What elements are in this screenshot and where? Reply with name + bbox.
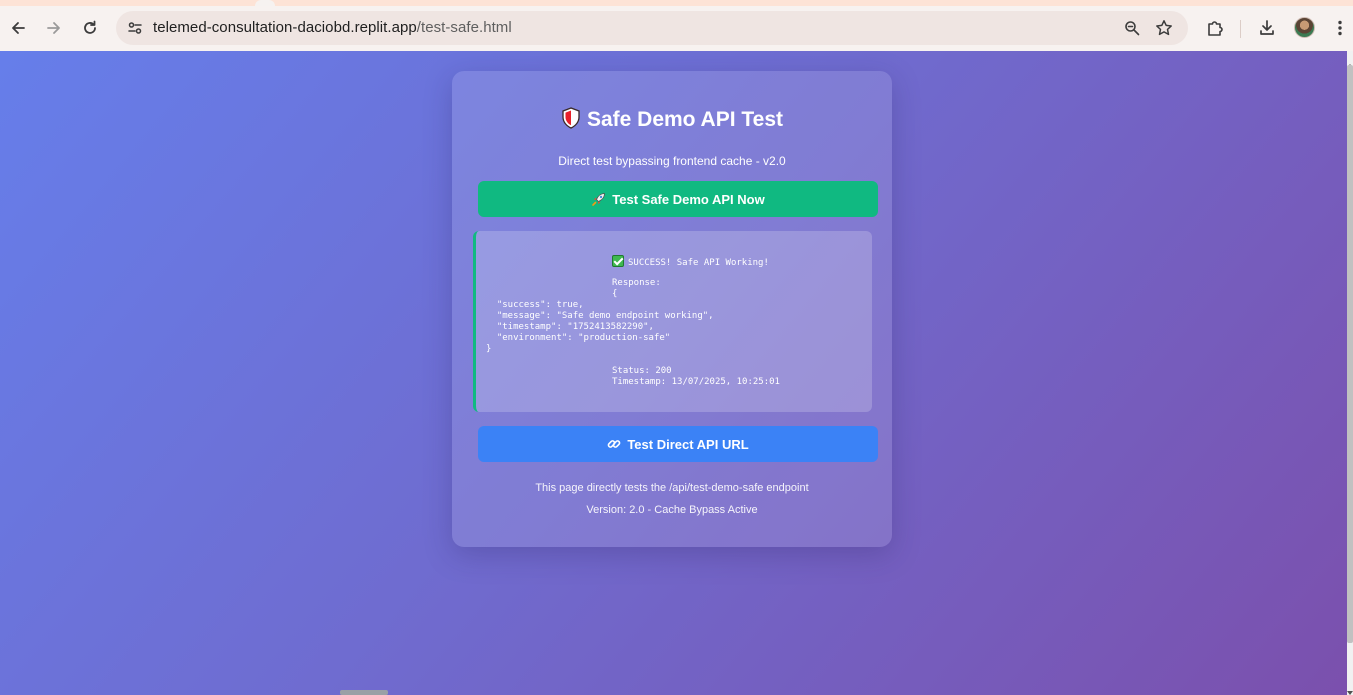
endpoint-note: This page directly tests the /api/test-d… — [535, 482, 809, 494]
scroll-down-arrow-icon[interactable] — [1347, 683, 1353, 695]
extensions-button[interactable] — [1200, 13, 1230, 43]
result-panel: SUCCESS! Safe API Working! Response: { "… — [473, 231, 872, 412]
forward-icon — [47, 22, 60, 34]
status-line: Status: 200 — [612, 366, 672, 376]
zoom-icon — [1125, 21, 1140, 36]
more-menu-icon — [1338, 20, 1342, 36]
success-text: SUCCESS! Safe API Working! — [628, 258, 769, 268]
url-path: /test-safe.html — [416, 19, 512, 36]
version-note: Version: 2.0 - Cache Bypass Active — [586, 504, 758, 516]
bookmark-star-icon — [1156, 20, 1172, 36]
site-settings-icon — [128, 22, 142, 34]
test-card: Safe Demo API Test Direct test bypassing… — [452, 71, 892, 547]
json-line-success: "success": true, — [486, 300, 584, 310]
downloads-button[interactable] — [1252, 13, 1282, 43]
back-icon — [12, 22, 25, 34]
subtitle: Direct test bypassing frontend cache - v… — [558, 154, 786, 168]
forward-button[interactable] — [39, 13, 69, 43]
rocket-icon — [591, 192, 606, 207]
json-line-message: "message": "Safe demo endpoint working", — [486, 311, 714, 321]
browser-toolbar: telemed-consultation-daciobd.replit.app/… — [0, 6, 1353, 51]
zoom-button[interactable] — [1119, 15, 1145, 41]
title-text: Safe Demo API Test — [586, 108, 784, 131]
page-title: Safe Demo API Test — [452, 107, 892, 135]
bookmark-button[interactable] — [1151, 15, 1177, 41]
check-icon — [612, 255, 624, 267]
shield-icon — [561, 107, 581, 135]
json-line-timestamp: "timestamp": "1752413582290", — [486, 322, 654, 332]
site-settings-button[interactable] — [122, 15, 148, 41]
reload-button[interactable] — [75, 13, 105, 43]
test-direct-api-button-label: Test Direct API URL — [627, 436, 749, 452]
reload-icon — [84, 20, 96, 34]
page-viewport: Safe Demo API Test Direct test bypassing… — [0, 51, 1347, 695]
url-text[interactable]: telemed-consultation-daciobd.replit.app/… — [153, 19, 512, 36]
test-direct-api-button[interactable]: Test Direct API URL — [478, 426, 878, 462]
toolbar-divider — [1240, 20, 1241, 38]
response-label: Response: — [612, 278, 661, 288]
link-icon — [607, 437, 621, 451]
vertical-scrollbar[interactable] — [1347, 51, 1353, 695]
extensions-icon — [1208, 21, 1223, 36]
more-menu-button[interactable] — [1325, 13, 1353, 43]
json-line-environment: "environment": "production-safe" — [486, 333, 671, 343]
success-line: SUCCESS! Safe API Working! — [612, 255, 769, 268]
download-icon — [1260, 20, 1274, 35]
url-host: telemed-consultation-daciobd.replit.app — [153, 19, 417, 36]
horizontal-scroll-indicator — [340, 690, 388, 695]
json-open: { — [612, 289, 618, 299]
profile-avatar[interactable] — [1294, 17, 1315, 38]
timestamp-line: Timestamp: 13/07/2025, 10:25:01 — [612, 377, 780, 387]
test-safe-api-button-label: Test Safe Demo API Now — [612, 191, 765, 207]
scroll-up-arrow-icon[interactable] — [1347, 56, 1353, 68]
address-bar[interactable]: telemed-consultation-daciobd.replit.app/… — [116, 11, 1188, 45]
test-safe-api-button[interactable]: Test Safe Demo API Now — [478, 181, 878, 217]
json-close: } — [486, 344, 492, 354]
back-button[interactable] — [3, 13, 33, 43]
scrollbar-thumb[interactable] — [1347, 65, 1353, 643]
